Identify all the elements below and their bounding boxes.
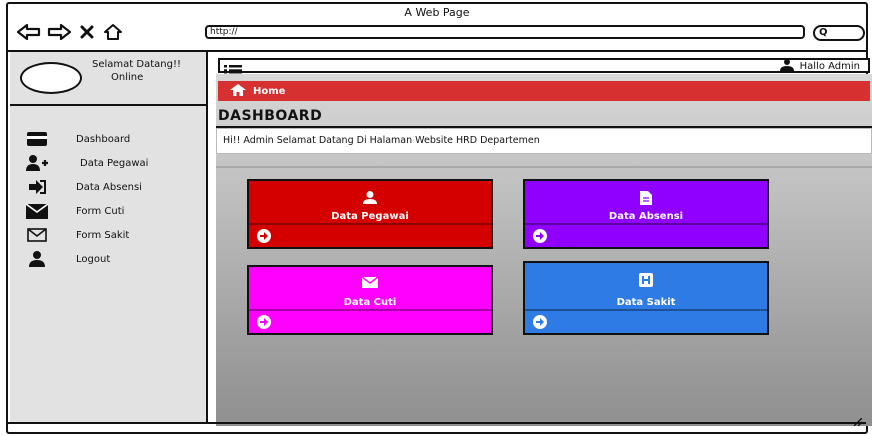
envelope-icon	[249, 277, 491, 288]
card-data-cuti[interactable]: Data Cuti	[247, 265, 493, 335]
card-label: Data Absensi	[608, 211, 684, 222]
sidebar-item-label: Form Sakit	[76, 229, 130, 241]
resize-grip-icon[interactable]	[852, 417, 863, 429]
card-footer	[525, 309, 767, 333]
envelope-outline-icon	[26, 227, 48, 243]
sidebar-item-label: Data Absensi	[76, 181, 142, 193]
file-icon	[525, 191, 767, 205]
search-button[interactable]: Q	[813, 25, 865, 41]
sidebar-item-label: Form Cuti	[76, 205, 125, 217]
browser-window: A Web Page http:// Q Selamat Datang!! On…	[6, 2, 872, 434]
welcome-text: Selamat Datang!! Online	[92, 58, 181, 84]
sidebar-item-logout[interactable]: Logout	[26, 248, 148, 270]
card-footer	[249, 309, 491, 333]
arrow-right-icon[interactable]	[257, 315, 271, 329]
sidebar-item-form-sakit[interactable]: Form Sakit	[26, 224, 148, 246]
sidebar-item-form-cuti[interactable]: Form Cuti	[26, 200, 148, 222]
arrow-right-icon[interactable]	[533, 315, 547, 329]
card-label: Data Pegawai	[331, 211, 409, 222]
sidebar-item-label: Logout	[76, 253, 111, 265]
credit-card-icon	[26, 131, 48, 147]
window-title: A Web Page	[404, 6, 470, 19]
welcome-message: Hi!! Admin Selamat Datang Di Halaman Web…	[216, 128, 872, 154]
user-icon	[26, 251, 48, 267]
card-footer	[525, 223, 767, 247]
top-navbar: Hallo Admin	[218, 58, 870, 76]
sidebar-item-data-absensi[interactable]: Data Absensi	[26, 176, 148, 198]
sidebar-menu: Dashboard Data Pegawai Data Absensi Form…	[26, 128, 148, 272]
sidebar-item-data-pegawai[interactable]: Data Pegawai	[26, 152, 148, 174]
sidebar-divider	[10, 104, 206, 106]
sign-in-icon	[26, 179, 48, 195]
arrow-right-icon[interactable]	[257, 229, 271, 243]
url-bar[interactable]: http://	[205, 25, 805, 39]
user-icon	[779, 59, 794, 74]
user-plus-icon	[26, 155, 48, 171]
page-title: DASHBOARD	[218, 108, 323, 124]
home-outline-icon[interactable]	[102, 21, 124, 43]
admin-greeting: Hallo Admin	[799, 61, 860, 72]
card-data-sakit[interactable]: Data Sakit	[523, 261, 769, 335]
card-data-pegawai[interactable]: Data Pegawai	[247, 179, 493, 249]
main-content: Home DASHBOARD Hi!! Admin Selamat Datang…	[216, 74, 872, 426]
avatar	[20, 62, 82, 94]
arrow-right-icon[interactable]	[533, 229, 547, 243]
forward-arrow-icon[interactable]	[46, 21, 72, 43]
sidebar-item-dashboard[interactable]: Dashboard	[26, 128, 148, 150]
user-icon	[249, 191, 491, 204]
back-arrow-icon[interactable]	[16, 21, 42, 43]
sidebar-item-label: Data Pegawai	[80, 157, 149, 169]
status-bar-divider	[8, 422, 866, 424]
breadcrumb-home: Home	[253, 85, 286, 97]
hospital-icon	[525, 273, 767, 287]
envelope-icon	[26, 203, 48, 219]
card-label: Data Cuti	[343, 297, 397, 308]
sidebar-item-label: Dashboard	[76, 133, 131, 145]
close-icon[interactable]	[78, 21, 96, 43]
home-icon	[230, 83, 246, 99]
content-divider	[216, 166, 872, 168]
breadcrumb[interactable]: Home	[218, 81, 870, 101]
online-status: Online	[111, 72, 144, 83]
admin-menu[interactable]: Hallo Admin	[779, 59, 860, 74]
card-footer	[249, 223, 491, 247]
sidebar: Selamat Datang!! Online Dashboard Data P…	[10, 52, 208, 422]
card-data-absensi[interactable]: Data Absensi	[523, 179, 769, 249]
card-label: Data Sakit	[616, 297, 676, 308]
welcome-label: Selamat Datang!!	[92, 59, 181, 70]
